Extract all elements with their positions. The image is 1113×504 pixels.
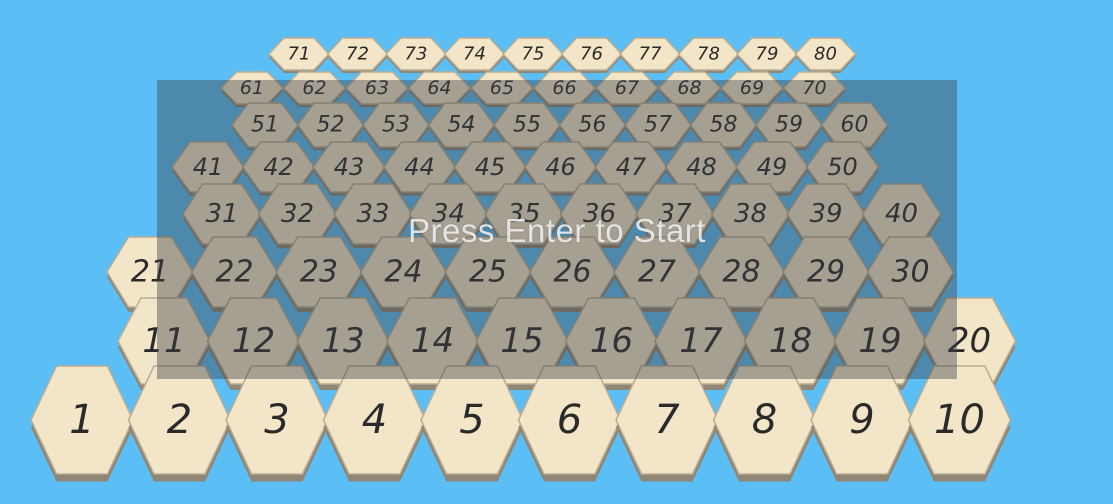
hex-tile-number: 72: [346, 44, 369, 65]
hex-tile-number: 75: [522, 44, 545, 65]
hex-tile-number: 7: [654, 397, 680, 443]
hex-tile-number: 6: [557, 397, 582, 443]
hex-tile-number: 77: [639, 44, 662, 65]
hex-tile-76[interactable]: 76: [560, 37, 623, 73]
hex-tile-number: 4: [362, 397, 387, 443]
hex-tile-73[interactable]: 73: [384, 37, 448, 73]
hex-tile-80[interactable]: 80: [794, 37, 857, 73]
hex-tile-number: 1: [69, 397, 94, 443]
hex-tile-number: 5: [459, 397, 484, 443]
hex-tile-77[interactable]: 77: [618, 37, 682, 73]
hex-tile-number: 8: [752, 397, 777, 443]
hex-tile-number: 76: [580, 44, 603, 65]
hex-tile-number: 78: [697, 44, 720, 65]
hex-tile-number: 2: [167, 397, 192, 443]
hex-tile-number: 3: [264, 397, 289, 443]
hex-tile-78[interactable]: 78: [677, 37, 740, 73]
hex-tile-74[interactable]: 74: [443, 37, 506, 73]
hex-tile-number: 71: [288, 44, 311, 65]
hex-tile-number: 80: [814, 44, 837, 65]
hex-tile-number: 73: [405, 44, 428, 65]
hex-tile-71[interactable]: 71: [267, 37, 331, 73]
press-enter-prompt: Press Enter to Start: [408, 211, 706, 249]
start-overlay[interactable]: Press Enter to Start: [157, 80, 957, 379]
hex-tile-number: 74: [463, 44, 486, 65]
hex-tile-number: 9: [849, 397, 874, 443]
hex-tile-1[interactable]: 1: [30, 365, 134, 482]
hex-tile-75[interactable]: 75: [501, 37, 565, 73]
hex-tile-79[interactable]: 79: [735, 37, 799, 73]
game-scene: 71 72 73 74 75 76 77 78 79 80 61 62 63 64 65 66 67 68 69 70…: [0, 0, 1113, 504]
hex-tile-number: 10: [934, 397, 985, 443]
hex-tile-72[interactable]: 72: [326, 37, 389, 73]
hex-tile-number: 79: [756, 44, 779, 65]
